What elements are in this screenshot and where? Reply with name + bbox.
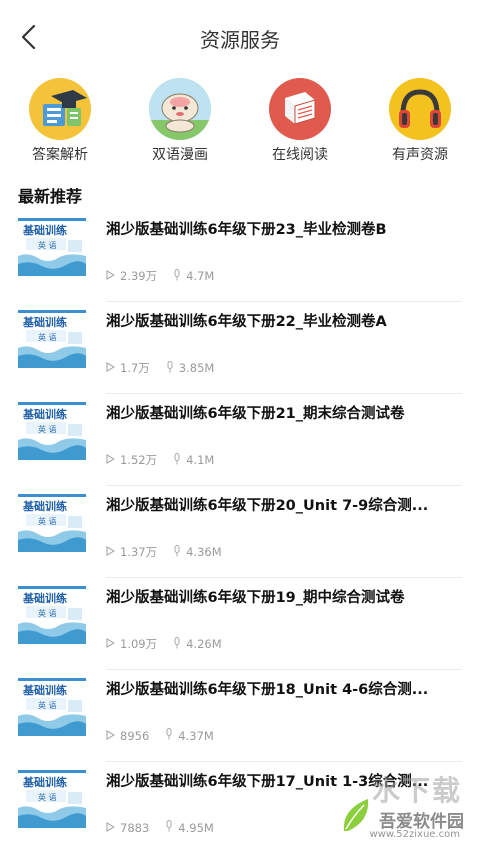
header: 资源服务: [0, 0, 480, 72]
book-cover-thumbnail: 基础训练 英 语: [18, 678, 86, 736]
thumbnail-title: 基础训练: [22, 223, 67, 237]
microphone-icon: [173, 268, 181, 284]
section-title: 最新推荐: [18, 187, 83, 206]
play-icon: [106, 821, 116, 835]
item-title[interactable]: 湘少版基础训练6年级下册19_期中综合测试卷: [106, 586, 462, 607]
item-meta: 1.52万 4.1M: [106, 452, 230, 468]
book-cover-thumbnail: 基础训练 英 语: [18, 494, 86, 552]
book-cover-thumbnail: 基础训练 英 语: [18, 218, 86, 276]
watermark: 水下载 吾爱软件园 www.52zixue.com: [334, 767, 474, 847]
item-title[interactable]: 湘少版基础训练6年级下册21_期末综合测试卷: [106, 402, 462, 423]
file-size: 4.36M: [186, 545, 222, 559]
thumbnail-title: 基础训练: [22, 683, 67, 697]
microphone-icon: [165, 820, 173, 835]
microphone-icon: [173, 452, 181, 468]
microphone-icon: [173, 544, 181, 560]
thumbnail-title: 基础训练: [22, 499, 67, 513]
item-title[interactable]: 湘少版基础训练6年级下册18_Unit 4-6综合测...: [106, 678, 462, 699]
list-item[interactable]: 基础训练 英 语 湘少版基础训练6年级下册20_Unit 7-9综合测... 1…: [0, 486, 480, 578]
play-icon: [106, 545, 116, 559]
watermark-url: www.52zixue.com: [369, 829, 461, 840]
item-meta: 8956 4.37M: [106, 728, 230, 743]
category-bilingual-comics[interactable]: 双语漫画: [130, 78, 230, 164]
item-title[interactable]: 湘少版基础训练6年级下册23_毕业检测卷B: [106, 218, 462, 239]
microphone-icon: [165, 728, 173, 743]
thumbnail-subject: 英 语: [38, 332, 57, 342]
play-count: 1.7万: [120, 361, 150, 375]
file-size: 3.85M: [178, 361, 215, 375]
list-item[interactable]: 基础训练 英 语 湘少版基础训练6年级下册23_毕业检测卷B 2.39万 4.7…: [0, 210, 480, 302]
play-icon: [106, 637, 116, 651]
microphone-icon: [173, 636, 181, 652]
item-meta: 2.39万 4.7M: [106, 268, 230, 284]
category-label: 答案解析: [32, 147, 88, 163]
watermark-big-text: 水下载: [371, 774, 462, 807]
book-cover-thumbnail: 基础训练 英 语: [18, 770, 86, 828]
page-title: 资源服务: [200, 28, 280, 52]
category-label: 在线阅读: [272, 147, 328, 163]
item-title[interactable]: 湘少版基础训练6年级下册20_Unit 7-9综合测...: [106, 494, 462, 515]
file-size: 4.7M: [186, 269, 215, 283]
category-answer-analysis[interactable]: 答案解析: [10, 78, 110, 164]
play-count: 1.37万: [120, 545, 158, 559]
category-online-reading[interactable]: 在线阅读: [250, 78, 350, 164]
book-icon: [269, 78, 331, 140]
play-icon: [106, 729, 116, 743]
thumbnail-title: 基础训练: [22, 315, 67, 329]
play-count: 2.39万: [120, 269, 158, 283]
item-meta: 1.37万 4.36M: [106, 544, 238, 560]
play-icon: [106, 453, 116, 467]
headphones-icon: [389, 78, 451, 140]
thumbnail-title: 基础训练: [22, 775, 67, 789]
category-label: 双语漫画: [152, 147, 208, 163]
thumbnail-title: 基础训练: [22, 407, 67, 421]
play-count: 1.09万: [120, 637, 158, 651]
list-item[interactable]: 基础训练 英 语 湘少版基础训练6年级下册22_毕业检测卷A 1.7万 3.85…: [0, 302, 480, 394]
item-title[interactable]: 湘少版基础训练6年级下册22_毕业检测卷A: [106, 310, 462, 331]
play-count: 8956: [120, 728, 150, 743]
file-size: 4.26M: [186, 637, 222, 651]
thumbnail-subject: 英 语: [38, 608, 57, 618]
play-count: 7883: [120, 820, 150, 835]
list-item[interactable]: 基础训练 英 语 湘少版基础训练6年级下册18_Unit 4-6综合测... 8…: [0, 670, 480, 762]
thumbnail-subject: 英 语: [38, 516, 57, 526]
book-cover-thumbnail: 基础训练 英 语: [18, 402, 86, 460]
file-size: 4.37M: [178, 728, 214, 743]
graduation-cap-icon: [29, 78, 91, 140]
file-size: 4.1M: [186, 453, 215, 467]
category-bar: 答案解析 双语漫画 在线阅读 有声资源: [0, 78, 480, 164]
category-audio-resources[interactable]: 有声资源: [370, 78, 470, 164]
list-item[interactable]: 基础训练 英 语 湘少版基础训练6年级下册19_期中综合测试卷 1.09万 4.…: [0, 578, 480, 670]
book-cover-thumbnail: 基础训练 英 语: [18, 310, 86, 368]
play-icon: [106, 361, 116, 375]
book-cover-thumbnail: 基础训练 英 语: [18, 586, 86, 644]
play-icon: [106, 269, 116, 283]
thumbnail-subject: 英 语: [38, 424, 57, 434]
thumbnail-subject: 英 语: [38, 240, 57, 250]
thumbnail-title: 基础训练: [22, 591, 67, 605]
file-size: 4.95M: [178, 820, 214, 835]
item-meta: 1.09万 4.26M: [106, 636, 238, 652]
item-meta: 1.7万 3.85M: [106, 360, 230, 376]
cartoon-icon: [149, 78, 211, 140]
play-count: 1.52万: [120, 453, 158, 467]
list-item[interactable]: 基础训练 英 语 湘少版基础训练6年级下册21_期末综合测试卷 1.52万 4.…: [0, 394, 480, 486]
item-meta: 7883 4.95M: [106, 820, 230, 835]
microphone-icon: [166, 360, 174, 376]
thumbnail-subject: 英 语: [38, 700, 57, 710]
category-label: 有声资源: [392, 147, 448, 163]
thumbnail-subject: 英 语: [38, 792, 57, 802]
